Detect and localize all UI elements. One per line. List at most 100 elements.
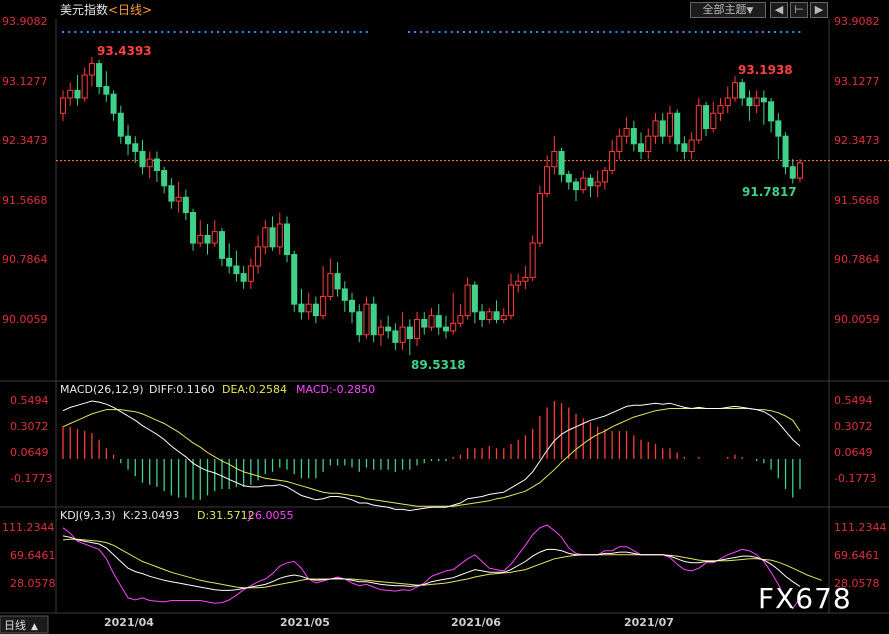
candle-body <box>204 234 211 244</box>
signal-dot <box>68 31 71 33</box>
signal-dot <box>591 31 593 33</box>
candle-body <box>529 242 536 278</box>
candle-body <box>175 196 182 202</box>
price-tick-left: 90.0059 <box>2 313 48 326</box>
candle-body <box>760 97 767 103</box>
candle-body <box>500 315 507 320</box>
macd-diff-line <box>62 400 801 512</box>
signal-dot <box>99 31 102 33</box>
kdj-d-value: D:31.5712 <box>197 509 255 522</box>
candle-body <box>659 120 666 137</box>
period-arrow-icon[interactable]: ▲ <box>31 622 38 632</box>
macd-tick-left: -0.1773 <box>10 472 52 485</box>
kdj-k-value: K:23.0493 <box>123 509 179 522</box>
candle-body <box>103 86 110 95</box>
candle-body <box>182 196 189 214</box>
price-tick-left: 93.9082 <box>2 15 48 28</box>
signal-dot <box>426 31 429 33</box>
candle-body <box>233 265 240 275</box>
x-tick: 2021/07 <box>624 616 674 629</box>
candle-body <box>572 181 580 191</box>
signal-dot <box>328 31 331 33</box>
signal-dot <box>438 31 441 33</box>
signal-dot <box>505 31 508 33</box>
candle-body <box>486 311 493 320</box>
candle-body <box>247 265 254 282</box>
candle-body <box>594 181 601 187</box>
period-label[interactable]: <日线> <box>108 3 152 17</box>
signal-dot <box>136 31 139 33</box>
candle-body <box>435 315 442 328</box>
x-tick: 2021/04 <box>104 616 154 629</box>
macd-dea-line <box>62 408 801 507</box>
signal-dot <box>725 31 728 33</box>
period-button-label[interactable]: 日线 <box>4 618 26 632</box>
candle-body <box>551 150 558 168</box>
signal-dot <box>542 31 545 33</box>
signal-dot <box>731 31 734 33</box>
candle-body <box>609 150 616 172</box>
annotation-right-high: 93.1938 <box>738 63 793 77</box>
signal-dot <box>566 31 569 33</box>
candle-body <box>536 192 543 244</box>
signal-dot <box>645 31 648 33</box>
signal-dot <box>235 31 238 33</box>
signal-dot <box>688 31 691 33</box>
topic-menu-button[interactable]: 全部主题▼ <box>690 2 766 18</box>
nav-next-button[interactable]: ▶ <box>810 2 828 18</box>
price-tick-right: 90.0059 <box>834 313 880 326</box>
candle-body <box>377 326 384 336</box>
signal-dot <box>192 31 195 33</box>
macd-tick-left: 0.5494 <box>10 394 49 407</box>
annotation-right-low: 91.7817 <box>742 185 797 199</box>
signal-dot <box>241 31 244 33</box>
candle-body <box>197 234 204 244</box>
signal-dot <box>204 31 207 33</box>
signal-dot <box>499 31 502 33</box>
kdj-panel <box>62 524 822 610</box>
arrow-right-icon: ▶ <box>814 3 824 16</box>
candle-body <box>775 120 782 137</box>
macd-dea-value: DEA:0.2584 <box>222 383 287 396</box>
candle-body <box>710 112 717 130</box>
candle-body <box>392 330 399 343</box>
candle-body <box>746 97 753 107</box>
signal-dot <box>291 31 294 33</box>
signal-dot <box>80 31 83 33</box>
nav-start-button[interactable]: ⊢ <box>790 2 808 18</box>
candle-body <box>580 177 587 191</box>
signal-dot <box>285 31 288 33</box>
signal-dot <box>223 31 226 33</box>
candle-body <box>168 185 175 202</box>
candle-body <box>717 105 724 114</box>
chart-title: 美元指数 <box>60 2 108 17</box>
signal-dot <box>475 31 478 33</box>
signal-dot <box>469 31 471 33</box>
candle-body <box>320 296 327 317</box>
candle-body <box>276 223 283 248</box>
signal-dot <box>572 31 575 33</box>
candle-body <box>616 135 623 152</box>
candle-body <box>789 166 796 179</box>
signal-dot <box>229 31 232 33</box>
price-tick-right: 92.3473 <box>834 134 880 147</box>
candle-body <box>363 303 370 336</box>
price-tick-right: 90.7864 <box>834 253 880 266</box>
kdj-tick-left: 28.0578 <box>10 577 56 590</box>
nav-prev-button[interactable]: ◀ <box>770 2 788 18</box>
candle-body <box>674 112 681 145</box>
signal-dot <box>493 31 496 33</box>
candle-body <box>125 135 132 145</box>
signal-dot <box>334 31 337 33</box>
price-tick-left: 93.1277 <box>2 75 48 88</box>
signal-dot <box>365 31 368 33</box>
signal-dot <box>347 31 350 33</box>
macd-tick-right: -0.1773 <box>834 472 876 485</box>
x-tick: 2021/05 <box>280 616 330 629</box>
kdj-tick-right: 111.2344 <box>834 521 887 534</box>
candle-body <box>59 97 67 114</box>
price-tick-left: 90.7864 <box>2 253 48 266</box>
candle-body <box>652 120 659 137</box>
candle-body <box>450 322 457 332</box>
macd-tick-right: 0.0649 <box>834 446 873 459</box>
